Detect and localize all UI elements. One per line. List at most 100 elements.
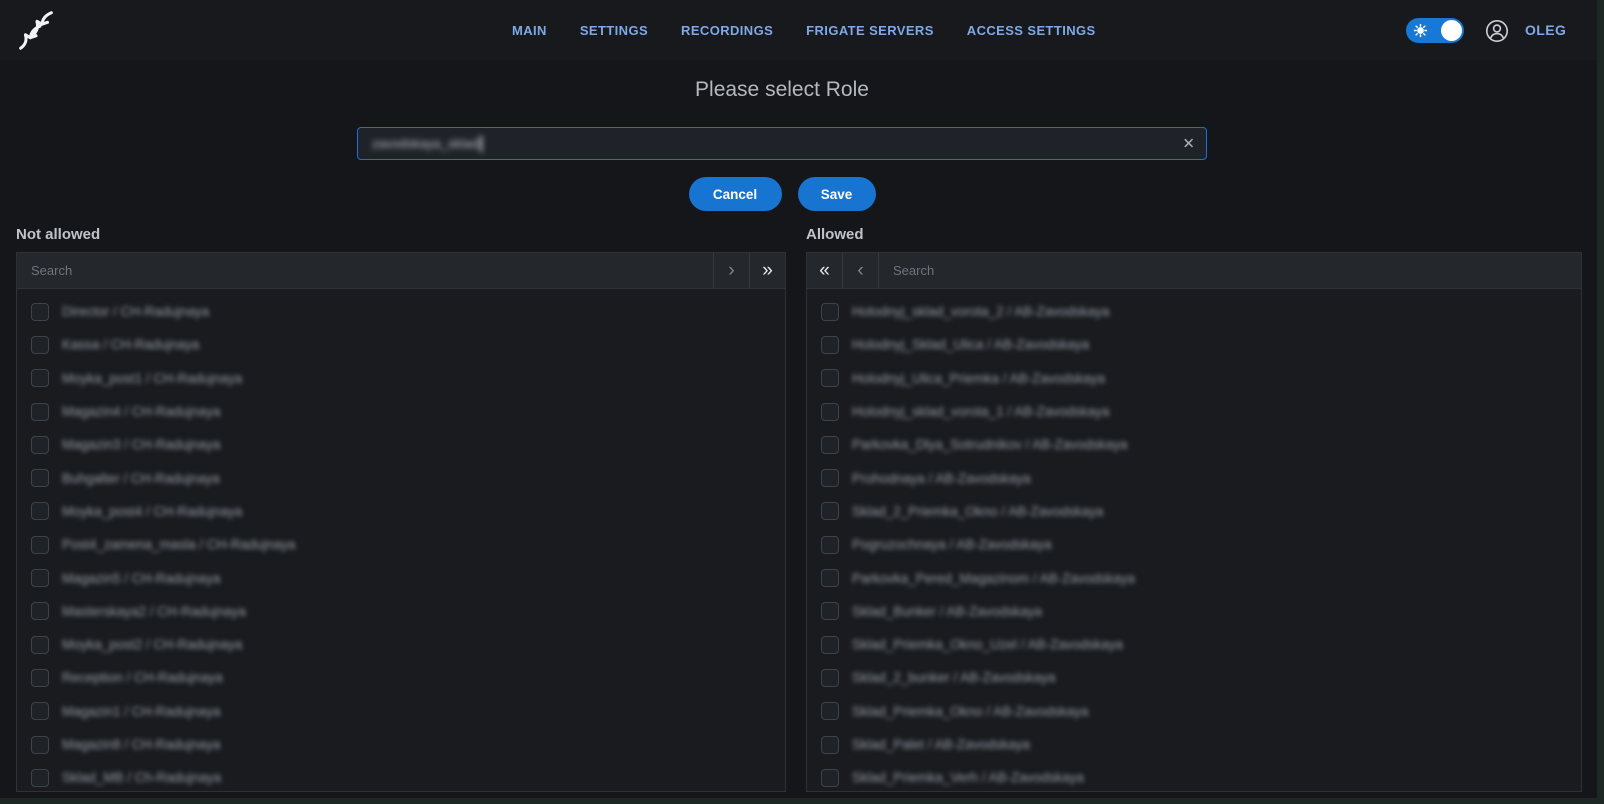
item-checkbox[interactable] [31,369,49,387]
nav-item-main[interactable]: MAIN [512,23,547,38]
list-item[interactable]: Prohodnaya / AB-Zavodskaya [807,461,1581,494]
horizontal-scrollbar[interactable] [0,798,1604,804]
move-all-right-button[interactable]: » [749,253,785,288]
role-input-value-blurred: zavodskaya_sklad [372,136,482,152]
item-checkbox[interactable] [31,502,49,520]
item-checkbox[interactable] [821,469,839,487]
list-item[interactable]: Masterskaya2 / CH-Radujnaya [17,595,785,628]
list-item[interactable]: Sklad_2_bunker / AB-Zavodskaya [807,661,1581,694]
list-item[interactable]: Sklad_2_Priemka_Okno / AB-Zavodskaya [807,495,1581,528]
list-item[interactable]: Magazin5 / CH-Radujnaya [17,561,785,594]
item-checkbox[interactable] [31,303,49,321]
move-all-left-button[interactable]: « [807,253,843,288]
nav-item-frigate-servers[interactable]: FRIGATE SERVERS [806,23,934,38]
item-checkbox[interactable] [31,669,49,687]
list-item[interactable]: Buhgalter / CH-Radujnaya [17,461,785,494]
username-label[interactable]: OLEG [1525,22,1566,38]
item-checkbox[interactable] [31,536,49,554]
list-item-label: Sklad_2_bunker / AB-Zavodskaya [852,670,1055,685]
list-item-label: Holodnyj_sklad_vorota_1 / AB-Zavodskaya [852,404,1109,419]
list-item-label: Buhgalter / CH-Radujnaya [62,471,220,486]
frigate-birds-logo-icon[interactable] [12,7,60,53]
item-checkbox[interactable] [31,736,49,754]
nav-item-access-settings[interactable]: ACCESS SETTINGS [967,23,1096,38]
list-item[interactable]: Magazin8 / CH-Radujnaya [17,728,785,761]
list-item-label: Magazin4 / CH-Radujnaya [62,404,220,419]
vertical-scrollbar[interactable] [1597,0,1604,804]
role-input[interactable]: zavodskaya_sklad ✕ [357,127,1207,160]
list-item[interactable]: Post4_zamena_masla / CH-Radujnaya [17,528,785,561]
theme-toggle[interactable] [1406,18,1464,43]
list-item[interactable]: Magazin1 / CH-Radujnaya [17,695,785,728]
list-item[interactable]: Pogruzochnaya / AB-Zavodskaya [807,528,1581,561]
item-checkbox[interactable] [821,502,839,520]
nav-item-settings[interactable]: SETTINGS [580,23,648,38]
item-checkbox[interactable] [821,369,839,387]
list-item[interactable]: Holodnyj_Sklad_Ulica / AB-Zavodskaya [807,328,1581,361]
item-checkbox[interactable] [31,769,49,787]
list-item[interactable]: Sklad_Priemka_Verh / AB-Zavodskaya [807,761,1581,792]
item-checkbox[interactable] [31,602,49,620]
list-item-label: Sklad_Bunker / AB-Zavodskaya [852,604,1042,619]
nav-item-recordings[interactable]: RECORDINGS [681,23,773,38]
allowed-list: Holodnyj_sklad_vorota_2 / AB-Zavodskaya H… [807,289,1581,792]
item-checkbox[interactable] [821,403,839,421]
list-item[interactable]: Reception / CH-Radujnaya [17,661,785,694]
list-item-label: Magazin1 / CH-Radujnaya [62,704,220,719]
allowed-search-input[interactable] [879,253,1581,288]
user-avatar-icon[interactable] [1485,19,1509,43]
list-item[interactable]: Magazin4 / CH-Radujnaya [17,395,785,428]
item-checkbox[interactable] [821,736,839,754]
not-allowed-search-input[interactable] [17,253,713,288]
move-selected-left-button[interactable]: ‹ [843,253,879,288]
move-selected-right-button[interactable]: › [713,253,749,288]
list-item[interactable]: Sklad_MB / Ch-Radujnaya [17,761,785,792]
item-checkbox[interactable] [31,569,49,587]
cancel-button[interactable]: Cancel [689,177,782,211]
item-checkbox[interactable] [821,303,839,321]
list-item[interactable]: Moyka_post4 / CH-Radujnaya [17,495,785,528]
item-checkbox[interactable] [31,336,49,354]
save-button[interactable]: Save [798,177,876,211]
item-checkbox[interactable] [31,636,49,654]
item-checkbox[interactable] [821,569,839,587]
list-item[interactable]: Sklad_Bunker / AB-Zavodskaya [807,595,1581,628]
item-checkbox[interactable] [31,403,49,421]
list-item-label: Masterskaya2 / CH-Radujnaya [62,604,246,619]
clear-input-icon[interactable]: ✕ [1182,136,1195,151]
item-checkbox[interactable] [821,436,839,454]
list-item[interactable]: Holodnyj_sklad_vorota_1 / AB-Zavodskaya [807,395,1581,428]
item-checkbox[interactable] [31,436,49,454]
list-item-label: Magazin5 / CH-Radujnaya [62,571,220,586]
dialog-buttons: Cancel Save [357,177,1207,211]
list-item[interactable]: Holodnyj_Ulica_Priemka / AB-Zavodskaya [807,362,1581,395]
list-item-label: Holodnyj_Sklad_Ulica / AB-Zavodskaya [852,337,1089,352]
list-item[interactable]: Moyka_post2 / CH-Radujnaya [17,628,785,661]
list-item[interactable]: Sklad_Palet / AB-Zavodskaya [807,728,1581,761]
item-checkbox[interactable] [31,469,49,487]
toggle-knob [1441,20,1462,41]
list-item[interactable]: Moyka_post1 / CH-Radujnaya [17,362,785,395]
list-item-label: Sklad_MB / Ch-Radujnaya [62,770,221,785]
list-item-label: Magazin3 / CH-Radujnaya [62,437,220,452]
list-item[interactable]: Director / CH-Radujnaya [17,295,785,328]
list-item-label: Prohodnaya / AB-Zavodskaya [852,471,1031,486]
list-item-label: Sklad_Priemka_Okno_Uzel / AB-Zavodskaya [852,637,1123,652]
item-checkbox[interactable] [31,702,49,720]
list-item[interactable]: Parkovka_Pered_Magazinom / AB-Zavodskaya [807,561,1581,594]
item-checkbox[interactable] [821,336,839,354]
list-item[interactable]: Magazin3 / CH-Radujnaya [17,428,785,461]
list-item[interactable]: Sklad_Priemka_Okno / AB-Zavodskaya [807,695,1581,728]
list-item-label: Sklad_Priemka_Verh / AB-Zavodskaya [852,770,1084,785]
item-checkbox[interactable] [821,536,839,554]
list-item[interactable]: Kassa / CH-Radujnaya [17,328,785,361]
item-checkbox[interactable] [821,669,839,687]
item-checkbox[interactable] [821,769,839,787]
list-item[interactable]: Holodnyj_sklad_vorota_2 / AB-Zavodskaya [807,295,1581,328]
list-item[interactable]: Parkovka_Dlya_Sotrudnikov / AB-Zavodskay… [807,428,1581,461]
list-item[interactable]: Sklad_Priemka_Okno_Uzel / AB-Zavodskaya [807,628,1581,661]
item-checkbox[interactable] [821,636,839,654]
item-checkbox[interactable] [821,602,839,620]
not-allowed-panel: › » Director / CH-RadujnayaKassa / CH-Ra… [16,252,786,792]
item-checkbox[interactable] [821,702,839,720]
